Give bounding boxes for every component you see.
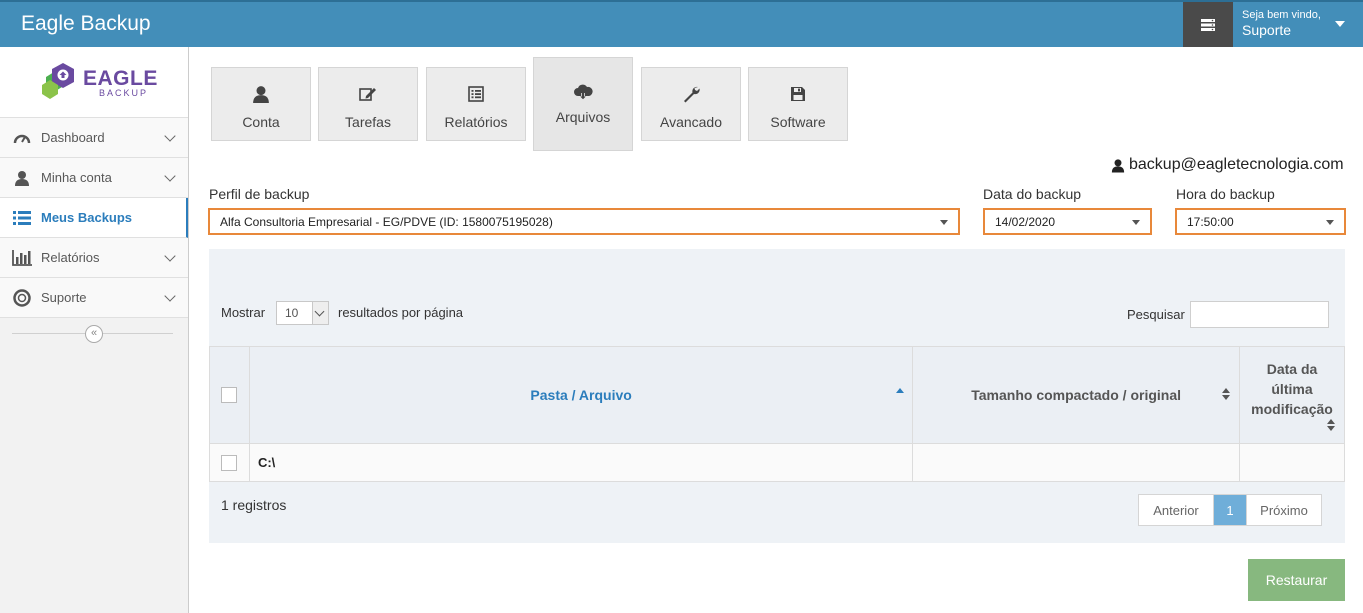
- restore-button[interactable]: Restaurar: [1248, 559, 1345, 601]
- page-length-value: 10: [285, 306, 299, 320]
- double-chevron-left-icon[interactable]: «: [85, 325, 103, 343]
- path-cell[interactable]: C:\: [248, 443, 914, 482]
- chevron-down-icon: [312, 302, 328, 324]
- search-label: Pesquisar: [1127, 307, 1185, 322]
- sidebar-item-dashboard[interactable]: Dashboard: [0, 118, 188, 158]
- backup-time-value: 17:50:00: [1187, 215, 1234, 229]
- user-icon: [252, 83, 270, 105]
- select-all-checkbox[interactable]: [221, 387, 238, 403]
- eagle-backup-logo[interactable]: EAGLE BACKUP: [0, 47, 188, 118]
- row-select-cell: [209, 443, 250, 482]
- tab-label: Conta: [242, 114, 280, 130]
- tab-conta[interactable]: Conta: [211, 67, 311, 141]
- user-icon: [1111, 158, 1125, 172]
- backup-profile-value: Alfa Consultoria Empresarial - EG/PDVE (…: [220, 215, 553, 229]
- sidebar-item-label: Relatórios: [41, 250, 100, 265]
- menu-toggle-button[interactable]: [1183, 2, 1233, 47]
- caret-down-icon: [940, 220, 948, 225]
- sort-ascending-icon: [896, 388, 905, 393]
- profile-label: Perfil de backup: [209, 186, 310, 202]
- sidebar-item-label: Meus Backups: [41, 210, 133, 225]
- tab-label: Arquivos: [555, 109, 611, 125]
- sidebar-item-suporte[interactable]: Suporte: [0, 278, 188, 318]
- chevron-down-icon: [164, 250, 176, 262]
- hexagon-logo-icon: [42, 63, 74, 99]
- save-icon: [790, 83, 806, 105]
- next-page-button[interactable]: Próximo: [1246, 495, 1321, 525]
- sidebar-collapse-row: «: [0, 318, 188, 348]
- caret-down-icon: [1132, 220, 1140, 225]
- bar-chart-icon: [12, 249, 32, 267]
- tab-arquivos[interactable]: Arquivos: [533, 57, 633, 151]
- size-cell: [912, 443, 1240, 482]
- sidebar-item-meus-backups[interactable]: Meus Backups: [0, 198, 188, 238]
- chevron-down-icon: [164, 130, 176, 142]
- tab-label: Avancado: [659, 114, 722, 130]
- modified-cell: [1238, 443, 1346, 482]
- select-all-cell: [209, 346, 250, 444]
- app-title[interactable]: Eagle Backup: [21, 12, 151, 36]
- chevron-down-icon: [164, 290, 176, 302]
- top-navbar: Eagle Backup Seja bem vindo, Suporte: [0, 0, 1363, 47]
- caret-down-icon: [1335, 21, 1345, 27]
- user-icon: [12, 169, 32, 187]
- account-email: backup@eagletecnologia.com: [1111, 156, 1344, 174]
- chevron-down-icon: [164, 170, 176, 182]
- lifebuoy-icon: [12, 288, 32, 307]
- files-table-widget: Mostrar 10 resultados por página Pesquis…: [209, 249, 1346, 543]
- backup-time-select[interactable]: 17:50:00: [1175, 208, 1346, 235]
- column-header-path[interactable]: Pasta / Arquivo: [248, 346, 914, 444]
- previous-page-button[interactable]: Anterior: [1139, 495, 1214, 525]
- sidebar-item-label: Minha conta: [41, 170, 112, 185]
- backup-profile-select[interactable]: Alfa Consultoria Empresarial - EG/PDVE (…: [208, 208, 960, 235]
- show-label: Mostrar: [221, 305, 266, 320]
- table-header-row: Pasta / Arquivo Tamanho compactado / ori…: [209, 346, 1346, 444]
- caret-down-icon: [1326, 220, 1334, 225]
- per-page-label: resultados por página: [338, 305, 464, 320]
- time-label: Hora do backup: [1176, 186, 1275, 202]
- sidebar-item-minha-conta[interactable]: Minha conta: [0, 158, 188, 198]
- list-alt-icon: [468, 83, 484, 105]
- logo-subtitle: BACKUP: [99, 88, 149, 98]
- date-label: Data do backup: [983, 186, 1082, 202]
- records-info: 1 registros: [221, 497, 287, 513]
- sidebar: EAGLE BACKUP Dashboard Minha conta Meus …: [0, 47, 189, 613]
- table-row[interactable]: C:\: [209, 443, 1346, 482]
- files-table: Pasta / Arquivo Tamanho compactado / ori…: [209, 346, 1346, 482]
- account-email-text: backup@eagletecnologia.com: [1129, 156, 1344, 173]
- sidebar-item-label: Suporte: [41, 290, 87, 305]
- search-input[interactable]: [1190, 301, 1329, 328]
- backup-date-select[interactable]: 14/02/2020: [983, 208, 1152, 235]
- tab-tarefas[interactable]: Tarefas: [318, 67, 418, 141]
- dashboard-icon: [12, 129, 32, 147]
- column-header-size[interactable]: Tamanho compactado / original: [912, 346, 1240, 444]
- tab-label: Relatórios: [444, 114, 508, 130]
- page-length-select[interactable]: 10: [276, 301, 329, 325]
- row-checkbox[interactable]: [221, 454, 238, 471]
- list-icon: [12, 209, 32, 227]
- column-header-modified[interactable]: Data da última modificação: [1238, 346, 1346, 444]
- sidebar-item-label: Dashboard: [41, 130, 105, 145]
- tab-relatorios[interactable]: Relatórios: [426, 67, 526, 141]
- cloud-download-icon: [573, 81, 593, 103]
- sidebar-item-relatorios[interactable]: Relatórios: [0, 238, 188, 278]
- edit-icon: [359, 83, 377, 105]
- user-menu[interactable]: Seja bem vindo, Suporte: [1233, 2, 1363, 47]
- tab-software[interactable]: Software: [748, 67, 848, 141]
- wrench-icon: [682, 83, 700, 105]
- page-1-button[interactable]: 1: [1214, 495, 1246, 525]
- sort-icon: [1221, 388, 1230, 400]
- sort-icon: [1327, 419, 1335, 431]
- pagination: Anterior 1 Próximo: [1138, 494, 1322, 526]
- tab-label: Tarefas: [345, 114, 391, 130]
- server-icon: [1201, 18, 1215, 31]
- backup-date-value: 14/02/2020: [995, 215, 1056, 229]
- tab-avancado[interactable]: Avancado: [641, 67, 741, 141]
- tab-label: Software: [770, 114, 826, 130]
